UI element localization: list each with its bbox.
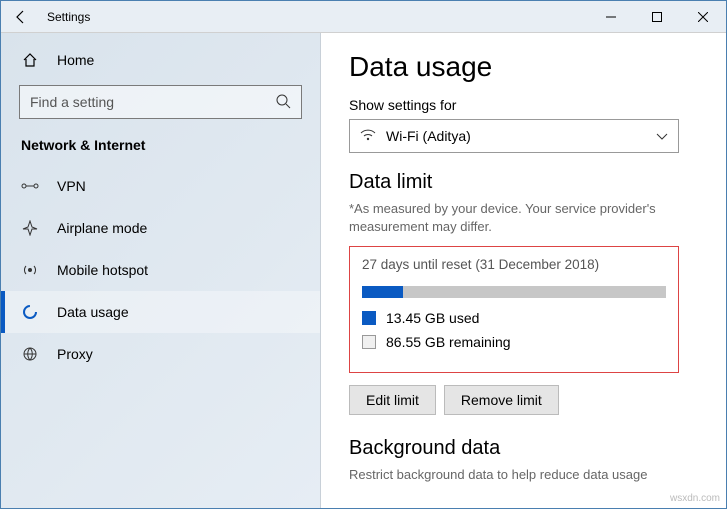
back-button[interactable] <box>13 9 29 25</box>
sidebar-home[interactable]: Home <box>1 49 320 85</box>
network-dropdown[interactable]: Wi-Fi (Aditya) <box>349 119 679 153</box>
sidebar-item-hotspot[interactable]: Mobile hotspot <box>1 249 320 291</box>
data-usage-icon <box>21 303 39 321</box>
legend-used: 13.45 GB used <box>362 310 666 326</box>
sidebar-item-label: Proxy <box>57 346 93 362</box>
background-data-subtext: Restrict background data to help reduce … <box>349 466 698 484</box>
main-content: Data usage Show settings for Wi-Fi (Adit… <box>321 33 726 508</box>
maximize-button[interactable] <box>634 1 680 33</box>
reset-text: 27 days until reset (31 December 2018) <box>362 257 666 272</box>
data-limit-heading: Data limit <box>349 171 698 194</box>
watermark: wsxdn.com <box>670 493 720 504</box>
show-settings-label: Show settings for <box>349 97 698 113</box>
window-title: Settings <box>47 10 90 24</box>
remaining-text: 86.55 GB remaining <box>386 334 511 350</box>
hotspot-icon <box>21 261 39 279</box>
chevron-down-icon <box>656 128 668 144</box>
minimize-button[interactable] <box>588 1 634 33</box>
close-button[interactable] <box>680 1 726 33</box>
search-icon <box>275 93 291 112</box>
sidebar-item-vpn[interactable]: VPN <box>1 165 320 207</box>
sidebar-item-data-usage[interactable]: Data usage <box>1 291 320 333</box>
dropdown-selected: Wi-Fi (Aditya) <box>386 128 646 144</box>
edit-limit-button[interactable]: Edit limit <box>349 385 436 415</box>
sidebar-item-label: Data usage <box>57 304 129 320</box>
sidebar: Home Network & Internet VPN Airplane <box>1 33 321 508</box>
usage-progress-bar <box>362 286 666 298</box>
sidebar-item-label: Mobile hotspot <box>57 262 148 278</box>
page-title: Data usage <box>349 51 698 83</box>
sidebar-home-label: Home <box>57 52 94 68</box>
sidebar-item-proxy[interactable]: Proxy <box>1 333 320 375</box>
proxy-icon <box>21 345 39 363</box>
sidebar-item-label: VPN <box>57 178 86 194</box>
legend-remaining: 86.55 GB remaining <box>362 334 666 350</box>
background-data-heading: Background data <box>349 437 698 460</box>
remove-limit-button[interactable]: Remove limit <box>444 385 559 415</box>
airplane-icon <box>21 219 39 237</box>
search-input[interactable] <box>30 94 275 110</box>
swatch-remaining <box>362 335 376 349</box>
swatch-used <box>362 311 376 325</box>
titlebar: Settings <box>1 1 726 33</box>
sidebar-item-airplane[interactable]: Airplane mode <box>1 207 320 249</box>
wifi-icon <box>360 128 376 144</box>
vpn-icon <box>21 177 39 195</box>
usage-progress-fill <box>362 286 403 298</box>
data-limit-box: 27 days until reset (31 December 2018) 1… <box>349 246 679 373</box>
used-text: 13.45 GB used <box>386 310 479 326</box>
sidebar-item-label: Airplane mode <box>57 220 147 236</box>
home-icon <box>21 51 39 69</box>
data-limit-note: *As measured by your device. Your servic… <box>349 200 698 236</box>
sidebar-section-header: Network & Internet <box>1 137 320 165</box>
search-box[interactable] <box>19 85 302 119</box>
